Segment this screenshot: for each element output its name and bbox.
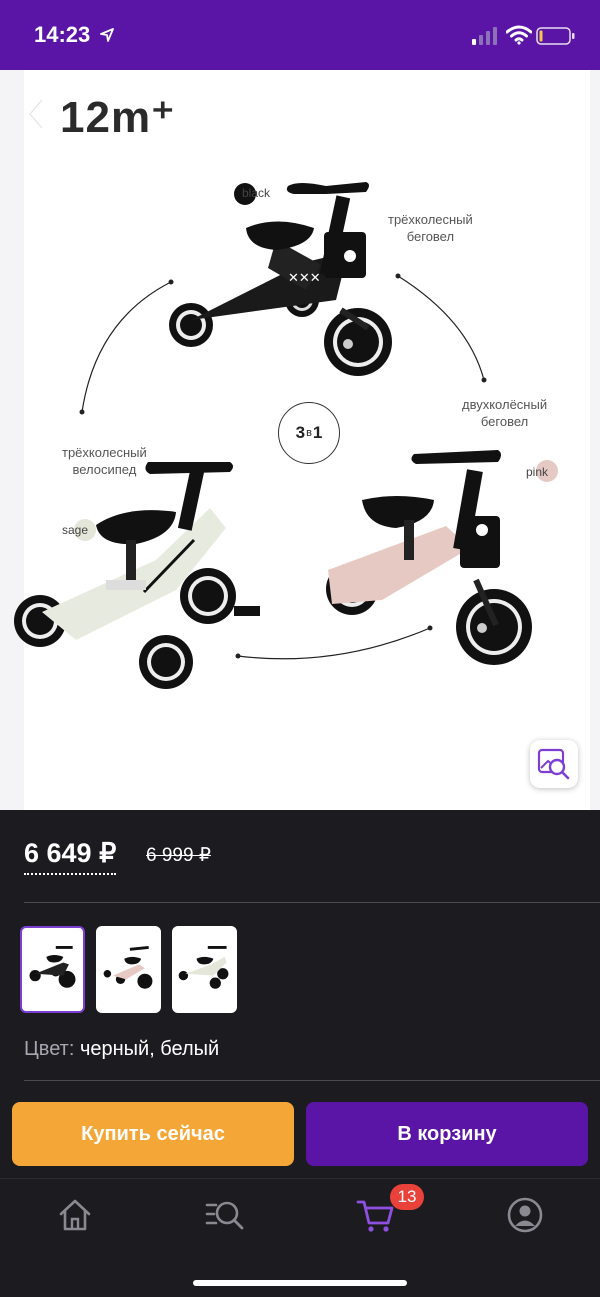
swatch-pink-label: pink bbox=[526, 465, 549, 479]
variant-thumb-sage[interactable] bbox=[172, 926, 237, 1013]
cart-count-badge: 13 bbox=[390, 1184, 424, 1210]
pink-bike-thumb-icon bbox=[103, 946, 153, 989]
cellular-signal-icon bbox=[472, 27, 497, 45]
home-indicator bbox=[193, 1280, 407, 1286]
tab-catalog-search-icon[interactable] bbox=[205, 1195, 245, 1235]
add-to-cart-button[interactable]: В корзину bbox=[306, 1102, 588, 1166]
black-balance-bike: ✕✕✕ bbox=[169, 182, 392, 376]
variant-thumbnails bbox=[20, 926, 237, 1014]
wifi-icon bbox=[506, 25, 532, 45]
buy-now-button[interactable]: Купить сейчас bbox=[12, 1102, 294, 1166]
three-in-one-badge: 3 в 1 bbox=[278, 402, 340, 464]
black-bike-thumb-icon bbox=[29, 946, 76, 988]
color-label: Цвет: bbox=[24, 1038, 75, 1060]
tab-home-icon[interactable] bbox=[55, 1195, 95, 1235]
sage-bike-thumb-icon bbox=[178, 946, 229, 989]
color-value: черный, белый bbox=[79, 1038, 220, 1060]
status-time: 14:23 bbox=[34, 22, 91, 47]
battery-icon bbox=[536, 27, 575, 45]
variant-thumb-pink[interactable] bbox=[96, 926, 161, 1013]
image-search-icon bbox=[537, 748, 570, 780]
badge-preposition: в bbox=[306, 427, 312, 439]
svg-text:✕✕✕: ✕✕✕ bbox=[288, 271, 321, 286]
current-price[interactable]: 6 649 ₽ bbox=[24, 838, 117, 875]
bikes-illustration: ✕✕✕ bbox=[14, 182, 532, 689]
status-bar: 14:23 bbox=[0, 0, 600, 70]
divider bbox=[24, 1080, 600, 1081]
old-price: 6 999 ₽ bbox=[146, 845, 211, 866]
divider bbox=[24, 902, 600, 903]
swatch-sage-label: sage bbox=[62, 523, 89, 537]
sage-tricycle bbox=[14, 462, 260, 689]
caption-tricycle: трёхколесный велосипед bbox=[62, 445, 147, 477]
variant-thumb-black[interactable] bbox=[20, 926, 85, 1013]
badge-number-one: 1 bbox=[312, 423, 323, 442]
caption-two-wheel-balance-bike: трёхколесный беговел bbox=[388, 212, 473, 244]
color-info: Цвет: черный, белый bbox=[24, 1038, 219, 1061]
location-arrow-icon bbox=[100, 28, 114, 42]
caption-balance-bike: двухколёсный беговел bbox=[462, 397, 548, 429]
badge-number: 3 bbox=[295, 423, 306, 442]
product-image-gallery[interactable]: 12m⁺ ✕✕✕ трёхколесный беговел двухколёсн… bbox=[0, 70, 600, 810]
swatch-black-label: black bbox=[242, 186, 271, 200]
pink-balance-bike bbox=[326, 450, 532, 665]
image-search-button[interactable] bbox=[530, 740, 578, 788]
tab-profile-icon[interactable] bbox=[505, 1195, 545, 1235]
